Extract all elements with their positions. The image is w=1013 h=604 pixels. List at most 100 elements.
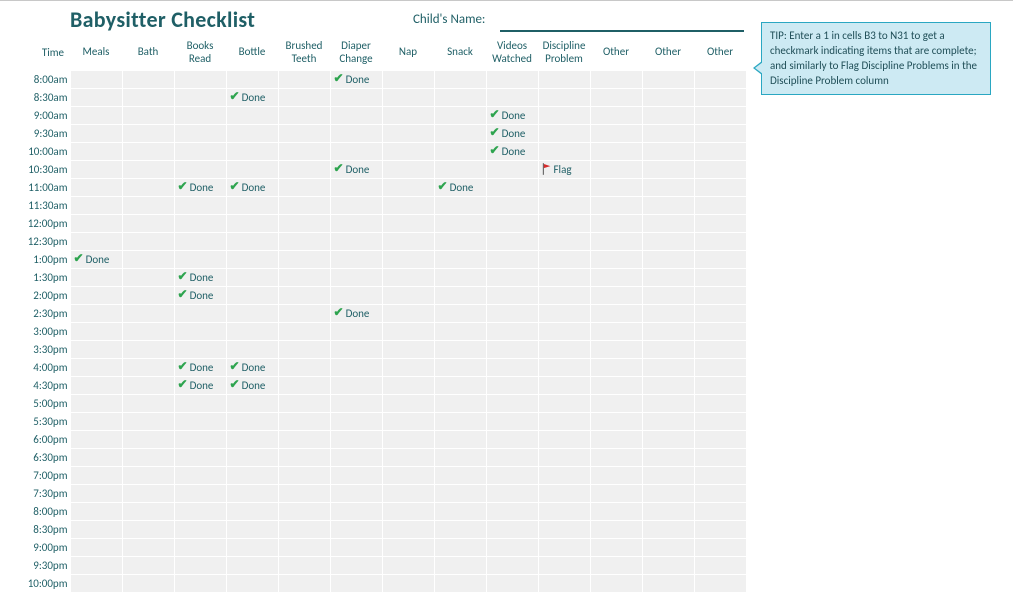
grid-cell[interactable] (278, 448, 330, 466)
grid-cell[interactable] (642, 430, 694, 448)
grid-cell[interactable] (174, 70, 226, 88)
grid-cell[interactable] (642, 304, 694, 322)
grid-cell[interactable] (642, 178, 694, 196)
child-name-field[interactable] (500, 10, 744, 32)
grid-cell[interactable] (278, 430, 330, 448)
grid-cell[interactable] (226, 340, 278, 358)
grid-cell[interactable] (538, 286, 590, 304)
grid-cell[interactable] (70, 88, 122, 106)
grid-cell[interactable]: ✔Done (174, 376, 226, 394)
grid-cell[interactable] (590, 412, 642, 430)
grid-cell[interactable] (226, 322, 278, 340)
grid-cell[interactable] (226, 232, 278, 250)
grid-cell[interactable] (694, 250, 746, 268)
grid-cell[interactable] (70, 160, 122, 178)
grid-cell[interactable] (278, 304, 330, 322)
grid-cell[interactable] (70, 574, 122, 592)
grid-cell[interactable] (590, 142, 642, 160)
grid-cell[interactable] (382, 484, 434, 502)
grid-cell[interactable] (174, 232, 226, 250)
grid-cell[interactable] (330, 520, 382, 538)
grid-cell[interactable] (122, 196, 174, 214)
grid-cell[interactable] (226, 430, 278, 448)
grid-cell[interactable] (226, 466, 278, 484)
grid-cell[interactable] (382, 358, 434, 376)
grid-cell[interactable] (642, 124, 694, 142)
grid-cell[interactable] (642, 340, 694, 358)
grid-cell[interactable]: ✔Done (174, 268, 226, 286)
grid-cell[interactable] (590, 250, 642, 268)
grid-cell[interactable] (278, 124, 330, 142)
grid-cell[interactable] (122, 268, 174, 286)
grid-cell[interactable] (538, 502, 590, 520)
grid-cell[interactable] (278, 556, 330, 574)
grid-cell[interactable] (434, 268, 486, 286)
grid-cell[interactable] (278, 574, 330, 592)
grid-cell[interactable] (226, 196, 278, 214)
grid-cell[interactable] (226, 538, 278, 556)
grid-cell[interactable] (278, 322, 330, 340)
grid-cell[interactable] (174, 502, 226, 520)
grid-cell[interactable] (434, 286, 486, 304)
grid-cell[interactable] (434, 106, 486, 124)
grid-cell[interactable] (538, 448, 590, 466)
grid-cell[interactable] (382, 574, 434, 592)
grid-cell[interactable] (382, 394, 434, 412)
grid-cell[interactable] (278, 466, 330, 484)
grid-cell[interactable] (694, 142, 746, 160)
grid-cell[interactable] (694, 574, 746, 592)
grid-cell[interactable] (226, 412, 278, 430)
grid-cell[interactable] (122, 178, 174, 196)
grid-cell[interactable] (174, 106, 226, 124)
grid-cell[interactable] (382, 250, 434, 268)
grid-cell[interactable] (122, 574, 174, 592)
grid-cell[interactable] (538, 430, 590, 448)
grid-cell[interactable] (70, 394, 122, 412)
grid-cell[interactable] (174, 214, 226, 232)
grid-cell[interactable] (70, 520, 122, 538)
grid-cell[interactable] (174, 340, 226, 358)
grid-cell[interactable] (382, 232, 434, 250)
grid-cell[interactable] (174, 304, 226, 322)
grid-cell[interactable] (278, 160, 330, 178)
grid-cell[interactable] (226, 142, 278, 160)
grid-cell[interactable] (642, 196, 694, 214)
grid-cell[interactable] (330, 466, 382, 484)
grid-cell[interactable] (278, 376, 330, 394)
grid-cell[interactable] (70, 196, 122, 214)
grid-cell[interactable]: ✔Done (330, 70, 382, 88)
grid-cell[interactable] (590, 88, 642, 106)
grid-cell[interactable]: ✔Done (174, 286, 226, 304)
grid-cell[interactable] (434, 322, 486, 340)
grid-cell[interactable] (486, 448, 538, 466)
grid-cell[interactable] (694, 70, 746, 88)
grid-cell[interactable] (642, 214, 694, 232)
grid-cell[interactable] (122, 142, 174, 160)
grid-cell[interactable] (226, 304, 278, 322)
grid-cell[interactable] (70, 430, 122, 448)
grid-cell[interactable] (70, 178, 122, 196)
grid-cell[interactable] (330, 268, 382, 286)
grid-cell[interactable] (642, 448, 694, 466)
grid-cell[interactable] (642, 70, 694, 88)
grid-cell[interactable] (486, 376, 538, 394)
grid-cell[interactable] (486, 214, 538, 232)
grid-cell[interactable] (694, 484, 746, 502)
grid-cell[interactable] (694, 286, 746, 304)
grid-cell[interactable] (486, 520, 538, 538)
grid-cell[interactable] (382, 70, 434, 88)
grid-cell[interactable] (434, 358, 486, 376)
grid-cell[interactable] (590, 556, 642, 574)
grid-cell[interactable] (642, 412, 694, 430)
grid-cell[interactable] (642, 520, 694, 538)
grid-cell[interactable] (590, 322, 642, 340)
grid-cell[interactable] (486, 502, 538, 520)
grid-cell[interactable] (642, 376, 694, 394)
grid-cell[interactable] (642, 88, 694, 106)
grid-cell[interactable] (694, 322, 746, 340)
grid-cell[interactable] (70, 538, 122, 556)
grid-cell[interactable] (382, 412, 434, 430)
grid-cell[interactable] (642, 286, 694, 304)
grid-cell[interactable] (70, 502, 122, 520)
grid-cell[interactable] (70, 358, 122, 376)
